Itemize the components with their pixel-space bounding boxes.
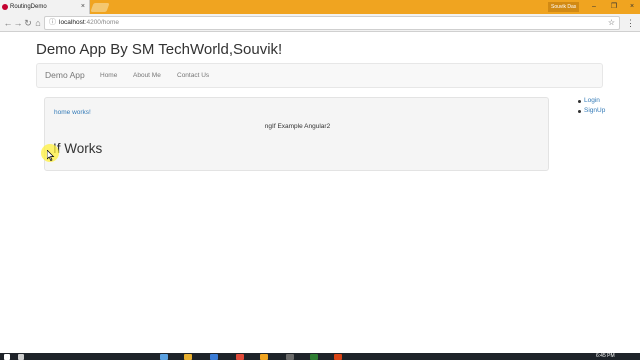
browser-tab[interactable]: RoutingDemo ×	[0, 0, 90, 14]
address-bar[interactable]: ⓘ localhost:4200/home ☆	[44, 16, 620, 30]
info-icon[interactable]: ⓘ	[49, 17, 56, 29]
navbar-brand[interactable]: Demo App	[45, 64, 85, 87]
browser-toolbar: ← → ↻ ⌂ ⓘ localhost:4200/home ☆ ⋮	[0, 14, 640, 32]
page-title: Demo App By SM TechWorld,Souvik!	[36, 41, 283, 58]
star-icon[interactable]: ☆	[608, 17, 615, 29]
taskbar-app-icon[interactable]	[260, 354, 268, 360]
if-works-heading: If Works	[53, 141, 103, 156]
router-outlet-panel: home works! ngIf Example Angular2 If Wor…	[44, 97, 549, 171]
url-text: localhost:4200/home	[59, 19, 119, 26]
windows-start-icon[interactable]	[4, 354, 10, 360]
taskbar-app-icon[interactable]	[310, 354, 318, 360]
taskbar-app-icon[interactable]	[210, 354, 218, 360]
navbar: Demo App Home About Me Contact Us	[36, 63, 603, 88]
tab-title: RoutingDemo	[10, 4, 47, 10]
tab-close-icon[interactable]: ×	[81, 0, 85, 14]
user-profile-badge[interactable]: Souvik Das	[548, 2, 580, 12]
minimize-button[interactable]: –	[586, 0, 602, 14]
ngif-example-label: ngIf Example Angular2	[264, 123, 331, 130]
kebab-menu-icon[interactable]: ⋮	[626, 17, 635, 29]
nav-link-about-me[interactable]: About Me	[133, 64, 161, 87]
taskbar-app-icon[interactable]	[184, 354, 192, 360]
nav-link-contact-us[interactable]: Contact Us	[177, 64, 209, 87]
taskbar-app-icon[interactable]	[334, 354, 342, 360]
taskbar-app-icon[interactable]	[160, 354, 168, 360]
taskbar-clock[interactable]: 6:45 PM	[596, 353, 615, 360]
signup-link[interactable]: SignUp	[578, 106, 605, 116]
angular-favicon-icon	[2, 4, 8, 10]
maximize-button[interactable]: ❐	[606, 0, 622, 14]
page-content: Demo App By SM TechWorld,Souvik! Demo Ap…	[0, 33, 640, 353]
home-works-link[interactable]: home works!	[54, 109, 91, 116]
close-window-button[interactable]: ×	[624, 0, 640, 14]
search-icon[interactable]	[18, 354, 24, 360]
chrome-icon[interactable]	[236, 354, 244, 360]
mouse-cursor-icon	[47, 150, 55, 161]
browser-titlebar: RoutingDemo × Souvik Das – ❐ ×	[0, 0, 640, 14]
nav-link-home[interactable]: Home	[100, 64, 117, 87]
login-link[interactable]: Login	[578, 96, 605, 106]
taskbar-app-icon[interactable]	[286, 354, 294, 360]
home-icon[interactable]: ⌂	[32, 17, 44, 29]
side-links: Login SignUp	[578, 96, 605, 116]
new-tab-button[interactable]	[90, 3, 110, 12]
windows-taskbar: 6:45 PM	[0, 353, 640, 360]
